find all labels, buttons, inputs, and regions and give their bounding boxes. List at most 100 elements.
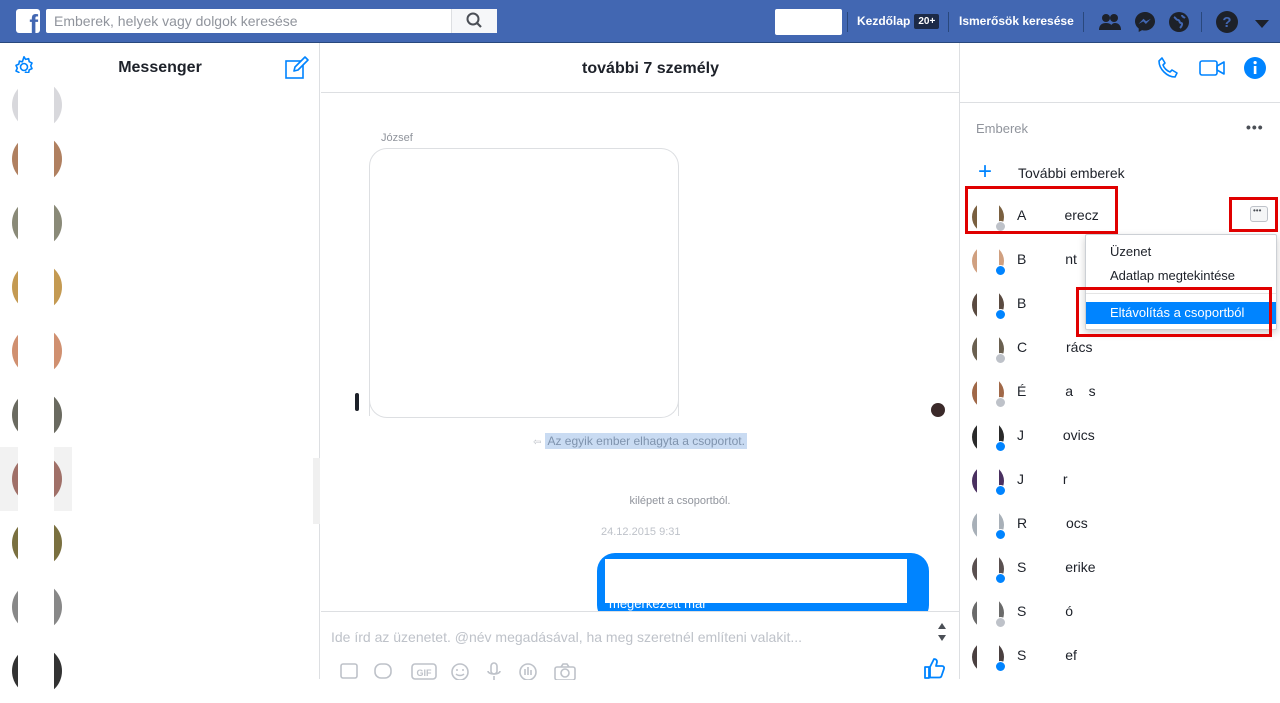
like-thumb-icon[interactable]	[922, 656, 946, 680]
people-section-title: Emberek	[976, 121, 1029, 136]
home-badge: 20+	[914, 14, 940, 29]
sticker-icon[interactable]	[373, 660, 395, 680]
person-row[interactable]: S ó	[960, 589, 1280, 633]
gif-icon[interactable]: GIF	[411, 660, 437, 680]
conversation-item[interactable]	[0, 639, 72, 703]
home-link[interactable]: Kezdőlap 20+	[857, 14, 940, 29]
status-badge	[995, 397, 1006, 408]
sender-name: József	[381, 132, 413, 144]
person-row[interactable]: É a s	[960, 369, 1280, 413]
friend-requests-icon[interactable]	[1098, 10, 1122, 34]
conversation-header: további 7 személy	[321, 43, 1266, 93]
messenger-badge-icon	[995, 529, 1006, 540]
person-name: É a s	[1017, 383, 1096, 399]
help-icon[interactable]: ?	[1215, 10, 1239, 34]
conversation-item[interactable]	[0, 191, 72, 255]
find-friends-link[interactable]: Ismerősök keresése	[959, 14, 1074, 28]
person-name: B nt	[1017, 251, 1077, 267]
divider	[960, 102, 1280, 103]
person-name: C rács	[1017, 339, 1093, 355]
left-group-notice: Az egyik ember elhagyta a csoportot.	[545, 433, 747, 449]
person-name: S ef	[1017, 647, 1077, 663]
compose-icon[interactable]	[284, 55, 310, 81]
photo-icon[interactable]	[339, 660, 361, 680]
shared-attachment-footer	[369, 400, 679, 418]
conversation-item[interactable]	[0, 575, 72, 639]
menu-item-message[interactable]: Üzenet	[1086, 241, 1276, 263]
seen-avatar	[931, 403, 945, 417]
person-row[interactable]: S ef	[960, 633, 1280, 677]
conversation-details-panel: Emberek ••• + További emberek A erecz B …	[959, 43, 1280, 679]
message-composer: GIF	[321, 611, 959, 680]
conversation-item[interactable]	[0, 255, 72, 319]
status-badge	[995, 353, 1006, 364]
person-name: J ovics	[1017, 427, 1095, 443]
svg-text:?: ?	[1222, 14, 1231, 31]
message-input[interactable]	[331, 627, 921, 647]
person-name: B	[1017, 295, 1027, 311]
conversation-title: további 7 személy	[582, 60, 719, 77]
messenger-badge-icon	[995, 265, 1006, 276]
left-group-icon: ⇦	[533, 437, 542, 448]
my-message-bubble[interactable]: megérkezett már	[597, 553, 929, 611]
nav-divider	[1083, 12, 1084, 32]
sender-avatar-edge	[355, 393, 359, 411]
my-message-text: megérkezett már	[609, 596, 707, 611]
conversation-list	[0, 73, 72, 703]
emoji-icon[interactable]	[449, 660, 471, 680]
conversation-list-panel: Messenger	[0, 43, 320, 703]
nav-divider	[1201, 12, 1202, 32]
conversation-item[interactable]	[0, 511, 72, 575]
person-name: S ó	[1017, 603, 1074, 619]
conversation-item[interactable]	[0, 127, 72, 191]
annotation-highlight	[1229, 197, 1278, 232]
scrollbar[interactable]	[313, 458, 320, 524]
message-timestamp: 24.12.2015 9:31	[601, 526, 681, 538]
person-row[interactable]: J ovics	[960, 413, 1280, 457]
system-message: kilépett a csoportból.	[629, 495, 731, 507]
home-label: Kezdőlap	[857, 14, 911, 28]
messenger-badge-icon	[995, 573, 1006, 584]
top-navigation-bar: f Kezdőlap20+ Ismerősök keresése ?	[0, 0, 1280, 43]
person-row[interactable]: R ocs	[960, 501, 1280, 545]
notifications-globe-icon[interactable]	[1167, 10, 1191, 34]
add-people-label: További emberek	[1018, 165, 1125, 181]
shared-attachment-card[interactable]	[369, 148, 679, 416]
annotation-highlight	[1076, 287, 1272, 337]
search-box	[46, 9, 497, 33]
system-message: ⇦ Az egyik ember elhagyta a csoportot.	[321, 433, 959, 449]
people-options-button[interactable]: •••	[1246, 119, 1264, 135]
games-icon[interactable]	[517, 660, 539, 680]
nav-divider	[847, 12, 848, 32]
messenger-badge-icon	[995, 485, 1006, 496]
profile-link[interactable]	[775, 9, 842, 35]
conversation-item-active[interactable]	[0, 447, 72, 511]
nav-divider	[948, 12, 949, 32]
search-button[interactable]	[451, 9, 497, 33]
facebook-logo-icon[interactable]: f	[16, 9, 40, 33]
person-name: J r	[1017, 471, 1068, 487]
conversation-item[interactable]	[0, 383, 72, 447]
scroll-up-icon[interactable]	[937, 622, 947, 630]
scroll-down-icon[interactable]	[937, 634, 947, 642]
plus-icon: +	[978, 158, 993, 185]
person-row[interactable]: J r	[960, 457, 1280, 501]
account-menu-icon[interactable]	[1250, 14, 1274, 38]
search-input[interactable]	[46, 9, 451, 33]
add-people-button[interactable]: + További emberek	[976, 158, 1226, 185]
person-row[interactable]: S erike	[960, 545, 1280, 589]
search-icon	[466, 12, 482, 28]
person-name: R ocs	[1017, 515, 1088, 531]
status-badge	[995, 617, 1006, 628]
conversation-item[interactable]	[0, 319, 72, 383]
messenger-badge-icon	[995, 661, 1006, 672]
messenger-icon[interactable]	[1133, 10, 1157, 34]
svg-text:GIF: GIF	[417, 668, 433, 678]
message-thread: József ⇦ Az egyik ember elhagyta a csopor…	[321, 94, 959, 611]
person-name: S erike	[1017, 559, 1096, 575]
microphone-icon[interactable]	[483, 660, 505, 680]
messenger-badge-icon	[995, 441, 1006, 452]
camera-icon[interactable]	[553, 660, 577, 680]
messenger-badge-icon	[995, 309, 1006, 320]
menu-item-view-profile[interactable]: Adatlap megtekintése	[1086, 265, 1276, 287]
